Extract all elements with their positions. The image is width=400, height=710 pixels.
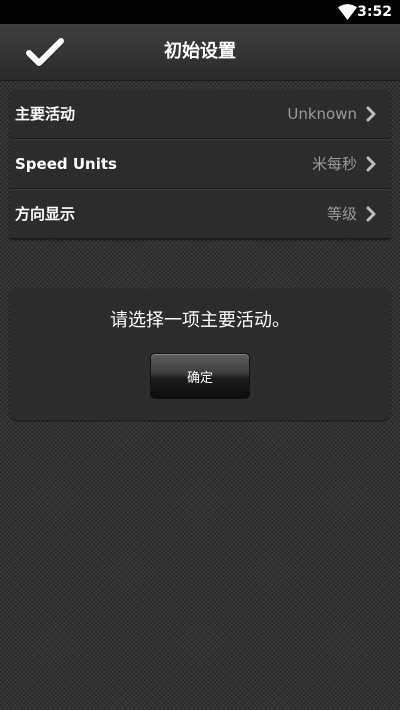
page-title: 初始设置 [164, 41, 236, 62]
row-value: Unknown [287, 105, 357, 123]
settings-list: 主要活动 Unknown Speed Units 米每秒 方向显示 等级 [10, 90, 390, 239]
row-label: 方向显示 [15, 205, 76, 223]
row-value: 米每秒 [311, 155, 357, 173]
row-label: 主要活动 [15, 105, 76, 123]
alert-message: 请选择一项主要活动。 [110, 310, 290, 331]
chevron-right-icon [366, 106, 376, 122]
settings-row-direction-display[interactable]: 方向显示 等级 [10, 189, 390, 239]
settings-row-speed-units[interactable]: Speed Units 米每秒 [10, 139, 390, 189]
settings-row-primary-activity[interactable]: 主要活动 Unknown [10, 90, 390, 139]
row-value: 等级 [326, 205, 357, 223]
row-label: Speed Units [15, 155, 117, 173]
wifi-icon [338, 4, 357, 20]
ok-button[interactable]: 确定 [150, 353, 250, 399]
alert-panel: 请选择一项主要活动。 确定 [10, 289, 390, 420]
chevron-right-icon [366, 156, 376, 172]
chevron-right-icon [366, 206, 376, 222]
status-time: 3:52 [357, 4, 392, 20]
app-header: 初始设置 [0, 24, 400, 81]
status-bar: 3:52 [0, 0, 400, 24]
